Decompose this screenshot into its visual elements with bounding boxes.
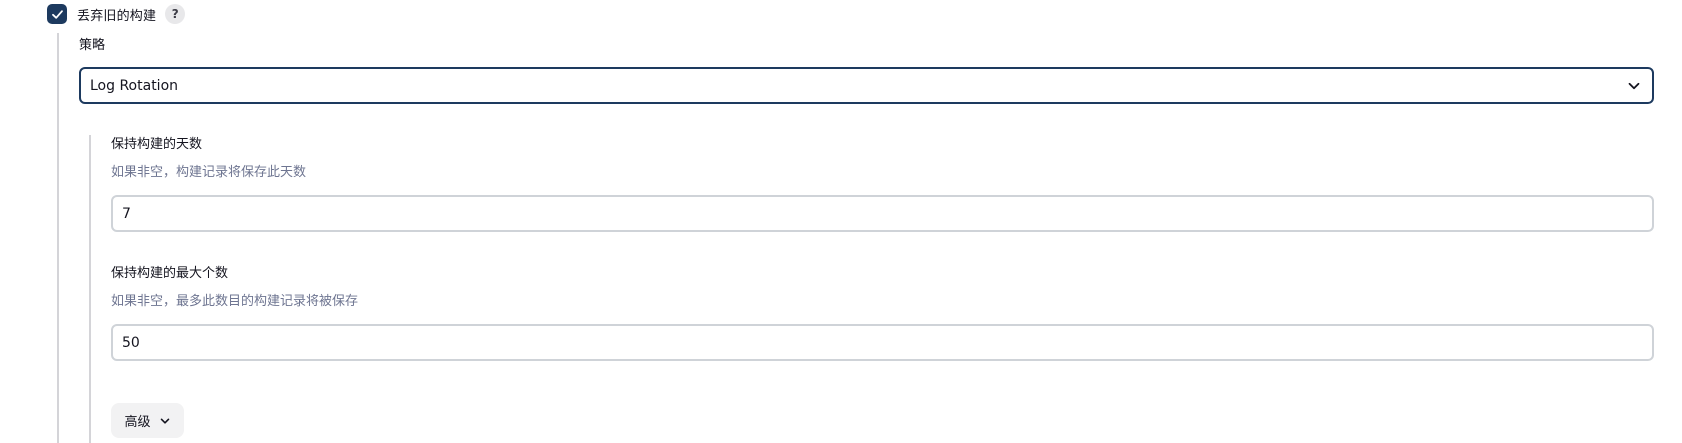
strategy-select-value: Log Rotation xyxy=(90,77,179,94)
days-to-keep-input[interactable] xyxy=(111,195,1654,232)
discard-old-builds-label[interactable]: 丢弃旧的构建 xyxy=(77,5,156,24)
advanced-button[interactable]: 高级 xyxy=(111,403,184,438)
days-to-keep-description: 如果非空，构建记录将保存此天数 xyxy=(111,165,307,180)
chevron-down-icon xyxy=(1626,78,1642,94)
build-discarder-section: 丢弃旧的构建 ? 策略 Log Rotation 保持构建的天数 如果非空，构建… xyxy=(0,0,1682,443)
chevron-down-icon xyxy=(159,415,171,427)
max-builds-label: 保持构建的最大个数 xyxy=(111,266,229,281)
discard-old-builds-row: 丢弃旧的构建 ? xyxy=(47,2,186,26)
strategy-select[interactable]: Log Rotation xyxy=(79,67,1654,104)
days-to-keep-label: 保持构建的天数 xyxy=(111,137,203,152)
strategy-label: 策略 xyxy=(79,38,106,53)
strategy-options-guide-line xyxy=(89,135,91,443)
max-builds-input[interactable] xyxy=(111,324,1654,361)
help-icon[interactable]: ? xyxy=(165,4,186,24)
advanced-button-label: 高级 xyxy=(124,415,151,430)
max-builds-description: 如果非空，最多此数目的构建记录将被保存 xyxy=(111,294,359,309)
section-guide-line xyxy=(57,33,59,443)
checkmark-icon xyxy=(51,9,63,19)
discard-old-builds-checkbox[interactable] xyxy=(47,4,67,24)
